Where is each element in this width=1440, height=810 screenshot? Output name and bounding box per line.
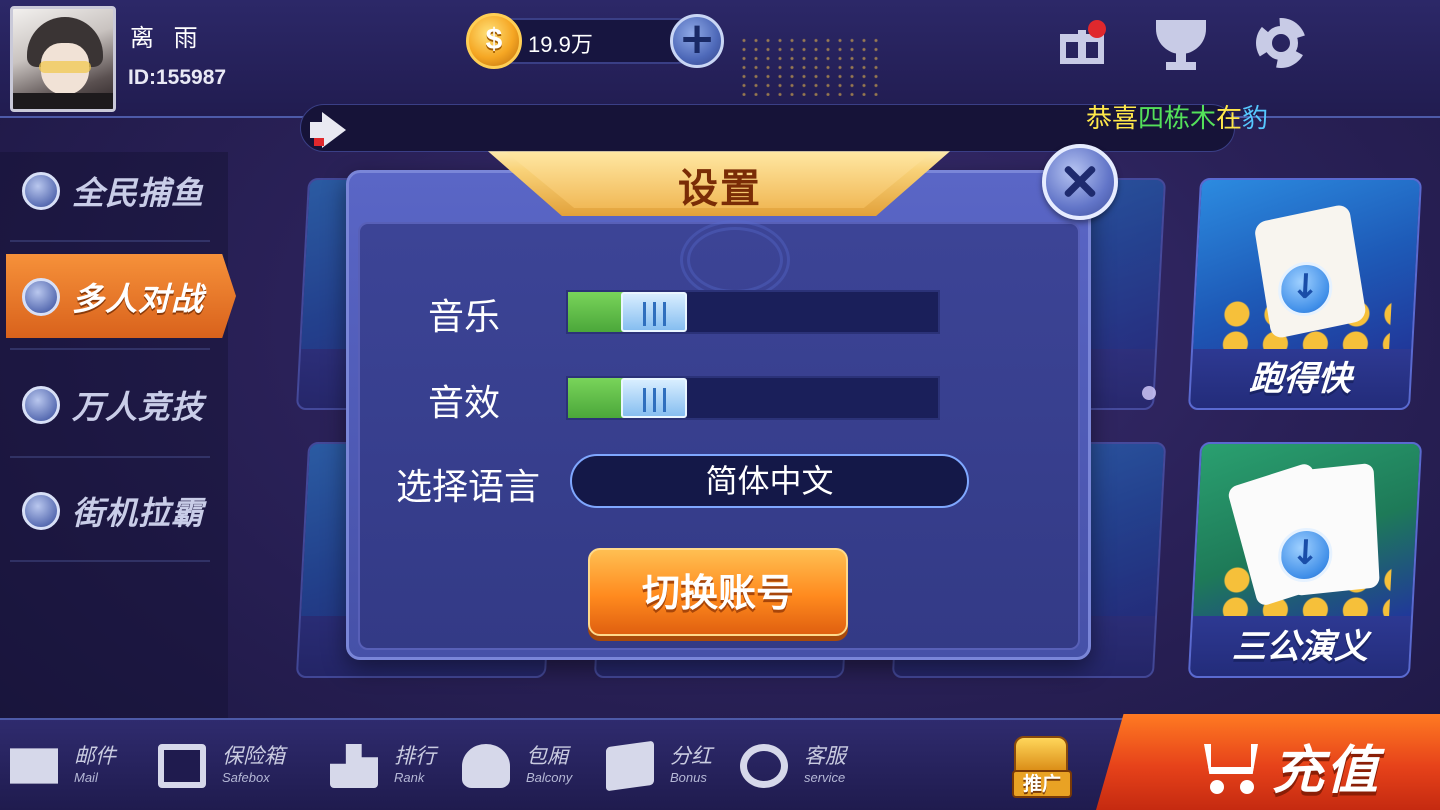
- sidebar-item-label: 多人对战: [72, 280, 205, 318]
- promote-label: 推广: [1012, 770, 1072, 798]
- coin-amount: 19.9万: [528, 32, 593, 57]
- bottom-item-bonus[interactable]: 分红 Bonus: [606, 728, 726, 802]
- gear-icon[interactable]: [1252, 14, 1310, 72]
- trophy-icon[interactable]: [1150, 14, 1208, 72]
- wallet-icon: [606, 740, 654, 792]
- sidebar-item-slots[interactable]: 街机拉霸: [6, 468, 236, 552]
- bottom-item-label: 分红: [670, 744, 712, 768]
- slider-thumb[interactable]: [621, 292, 688, 332]
- divider: [10, 560, 210, 562]
- bottom-item-label: 包厢: [526, 744, 568, 768]
- user-id: ID:155987: [128, 66, 227, 89]
- sfx-slider[interactable]: [566, 376, 940, 420]
- bottom-item-sublabel: service: [804, 770, 846, 785]
- recharge-button[interactable]: [1096, 714, 1440, 810]
- panel-pattern: [680, 220, 790, 300]
- trophy-cup: [1156, 20, 1206, 54]
- sidebar-item-label: 万人竞技: [72, 388, 205, 426]
- sidebar-item-multiplayer[interactable]: 多人对战: [6, 254, 236, 338]
- bottom-item-balcony[interactable]: 包厢 Balcony: [462, 728, 592, 802]
- avatar-body: [13, 93, 113, 109]
- rank-icon: [330, 744, 378, 788]
- language-label: 选择语言: [396, 467, 541, 508]
- music-label: 音乐: [428, 297, 501, 338]
- recharge-label[interactable]: 充值: [1272, 728, 1380, 803]
- game-title: 跑得快: [1248, 359, 1353, 399]
- bottom-item-label: 客服: [804, 744, 846, 768]
- bottom-item-sublabel: Mail: [74, 770, 98, 785]
- slider-thumb[interactable]: [621, 378, 688, 418]
- language-select[interactable]: 简体中文: [570, 454, 969, 508]
- announcement-mid: 在: [1216, 104, 1243, 134]
- user-name: 离 雨: [130, 24, 204, 52]
- gear-core: [1264, 26, 1298, 60]
- sparkle-decoration: [1142, 386, 1156, 400]
- game-card-paodekuai[interactable]: ↓ 跑得快: [1187, 178, 1423, 410]
- megaphone-icon: [306, 110, 350, 150]
- divider: [10, 456, 210, 458]
- notification-dot: [1088, 20, 1106, 38]
- add-coins-button[interactable]: +: [670, 14, 724, 68]
- safebox-icon: [158, 744, 206, 788]
- bottom-item-rank[interactable]: 排行 Rank: [330, 728, 450, 802]
- mail-icon: [10, 748, 58, 784]
- close-button[interactable]: [1042, 144, 1118, 220]
- coin-icon: $: [466, 13, 522, 69]
- bottom-item-sublabel: Balcony: [526, 770, 573, 785]
- sidebar-item-fishing[interactable]: 全民捕鱼: [6, 148, 236, 232]
- announcement-text: 恭喜四栋木在豹: [1086, 98, 1268, 135]
- sidebar-item-label: 街机拉霸: [72, 494, 205, 532]
- switch-account-button[interactable]: 切换账号: [588, 548, 848, 636]
- music-slider[interactable]: [566, 290, 940, 334]
- bottom-item-safebox[interactable]: 保险箱 Safebox: [158, 728, 298, 802]
- avatar-glasses: [39, 61, 91, 73]
- divider: [10, 348, 210, 350]
- cart-icon: [1194, 736, 1264, 794]
- bottom-item-mail[interactable]: 邮件 Mail: [10, 728, 130, 802]
- announcement-prefix: 恭喜: [1086, 104, 1139, 134]
- gift-icon[interactable]: [1056, 14, 1114, 72]
- sidebar-item-label: 全民捕鱼: [72, 174, 205, 212]
- balcony-icon: [462, 744, 510, 788]
- divider: [10, 240, 210, 242]
- slider-fill: [568, 378, 628, 418]
- sidebar-item-arena[interactable]: 万人竞技: [6, 362, 236, 446]
- poker-chip-icon: [22, 278, 60, 316]
- firework-decoration: [738, 36, 878, 96]
- trophy-base: [1166, 62, 1196, 70]
- trophy-stem: [1176, 52, 1186, 62]
- bottom-item-sublabel: Bonus: [670, 770, 707, 785]
- game-card-sangong[interactable]: ↓ 三公演义: [1187, 442, 1423, 678]
- bottom-item-label: 邮件: [74, 744, 116, 768]
- treasure-chest-icon: [1014, 736, 1068, 774]
- dialog-title: 设置: [678, 166, 762, 212]
- slider-fill: [568, 292, 628, 332]
- poker-chip-icon: [22, 492, 60, 530]
- promote-button[interactable]: 推广: [1004, 728, 1080, 800]
- poker-chip-icon: [22, 386, 60, 424]
- headset-icon: [740, 744, 788, 788]
- gift-ribbon: [1078, 30, 1086, 64]
- bottom-item-label: 保险箱: [222, 744, 285, 768]
- bottom-item-service[interactable]: 客服 service: [740, 728, 870, 802]
- bottom-item-sublabel: Safebox: [222, 770, 270, 785]
- bottom-item-label: 排行: [394, 744, 436, 768]
- sfx-label: 音效: [428, 383, 501, 424]
- poker-chip-icon: [22, 172, 60, 210]
- bottom-item-sublabel: Rank: [394, 770, 425, 785]
- game-title: 三公演义: [1231, 627, 1370, 667]
- announcement-game: 豹: [1242, 104, 1269, 134]
- announcement-player: 四栋木: [1138, 104, 1217, 134]
- avatar[interactable]: [10, 6, 116, 112]
